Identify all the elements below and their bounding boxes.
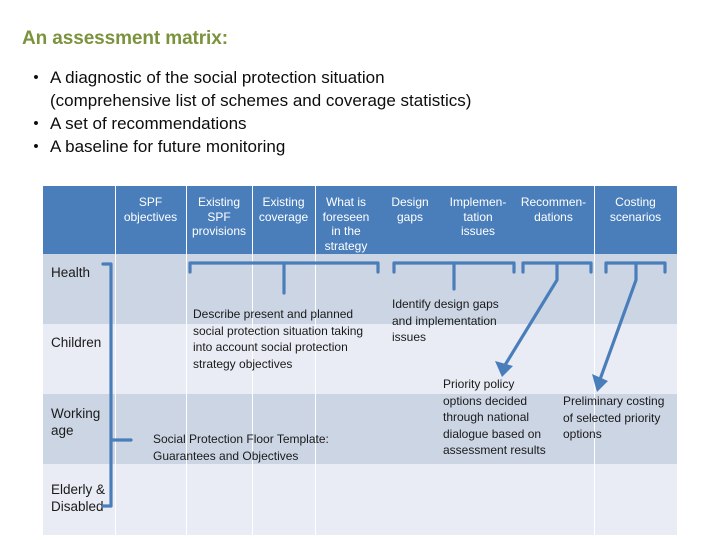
matrix-header-costing-scenarios: Costing scenarios (594, 186, 677, 254)
annotation-line: Preliminary costing (563, 394, 665, 408)
header-line: What is (325, 195, 366, 209)
header-line: Costing (615, 195, 656, 209)
annotation-line: Guarantees and Objectives (153, 448, 299, 463)
list-item: • A baseline for future monitoring (22, 135, 682, 158)
matrix-header-recommendations: Recommen- dations (513, 186, 594, 254)
row-label-line: Children (51, 335, 102, 350)
annotation-priority-policy-options: Priority policy options decided through … (443, 376, 561, 459)
header-line: foreseen (322, 209, 370, 224)
table-row-cell (594, 464, 677, 535)
header-line: tation (463, 209, 493, 224)
list-item-line: (comprehensive list of schemes and cover… (50, 91, 472, 110)
annotation-line: assessment results (443, 443, 546, 457)
row-label-working-age: Working age (51, 405, 100, 439)
table-row-cell (315, 464, 377, 535)
row-label-line: age (51, 423, 74, 438)
header-line: Existing (262, 195, 305, 209)
page-title: An assessment matrix: (22, 28, 228, 49)
assessment-matrix-table: SPF objectives Existing SPF provisions E… (43, 186, 677, 535)
list-item-text: A diagnostic of the social protection si… (50, 66, 682, 112)
bullet-marker-icon: • (33, 69, 39, 86)
matrix-header-existing-coverage: Existing coverage (252, 186, 315, 254)
header-line: coverage (258, 209, 309, 224)
annotation-line: Identify design gaps (392, 297, 499, 311)
annotation-line: through national (443, 410, 530, 424)
row-label-line: Working (51, 406, 101, 421)
annotation-line: Describe present and planned (193, 307, 354, 321)
annotation-spf-template: Social Protection Floor Template: Guaran… (153, 431, 388, 464)
row-label-elderly-disabled: Elderly & Disabled (51, 481, 105, 515)
bullet-marker-icon: • (33, 115, 39, 132)
row-label-children: Children (51, 334, 101, 351)
list-item: • A set of recommendations (22, 112, 682, 135)
header-line: gaps (396, 209, 424, 224)
table-row-cell (186, 464, 252, 535)
table-row-cell (594, 324, 677, 394)
table-row-cell (377, 464, 443, 535)
matrix-header-corner (43, 186, 115, 254)
header-line: Recommen- (520, 195, 587, 209)
annotation-line: of selected priority (563, 410, 661, 425)
header-line: strategy (324, 238, 368, 253)
table-row-cell (115, 464, 186, 535)
annotation-line: and implementation (392, 313, 497, 328)
header-line: SPF (138, 195, 163, 209)
annotation-line: dialogue based on (443, 426, 542, 441)
matrix-header-implementation-issues: Implemen- tation issues (443, 186, 513, 254)
table-row-cell (513, 254, 594, 324)
list-item-text: A set of recommendations (50, 114, 247, 133)
annotation-line: social protection situation taking (193, 323, 364, 338)
header-line: dations (534, 209, 573, 224)
row-label-line: Elderly & (51, 482, 106, 497)
header-line: Existing (197, 195, 241, 209)
annotation-line: Social Protection Floor Template: (153, 432, 329, 446)
table-row-cell (513, 464, 594, 535)
table-row-cell (252, 464, 315, 535)
list-item: • A diagnostic of the social protection … (22, 66, 682, 112)
header-line: scenarios (609, 209, 662, 224)
bullet-list: • A diagnostic of the social protection … (22, 66, 682, 158)
bullet-marker-icon: • (33, 138, 39, 155)
list-item-text: A baseline for future monitoring (50, 137, 286, 156)
row-label-health: Health (51, 264, 90, 281)
annotation-preliminary-costing: Preliminary costing of selected priority… (563, 393, 685, 443)
matrix-header-what-is-foreseen: What is foreseen in the strategy (315, 186, 377, 254)
annotation-line: strategy objectives (193, 356, 293, 371)
header-line: objectives (123, 209, 178, 224)
header-line: in the (331, 224, 361, 238)
header-line: SPF (207, 209, 231, 224)
row-label-line: Disabled (51, 499, 104, 514)
annotation-line: Priority policy (443, 377, 515, 391)
header-line: issues (460, 224, 495, 238)
matrix-header-existing-spf-provisions: Existing SPF provisions (186, 186, 252, 254)
matrix-header-design-gaps: Design gaps (377, 186, 443, 254)
header-line: provisions (191, 224, 247, 238)
matrix-header-spf-objectives: SPF objectives (115, 186, 186, 254)
table-row-cell (115, 324, 186, 394)
row-label-line: Health (51, 265, 91, 280)
table-row-cell (443, 464, 513, 535)
header-line: Design (391, 195, 429, 209)
annotation-identify-gaps: Identify design gaps and implementation … (392, 296, 522, 346)
list-item-line: A diagnostic of the social protection si… (50, 68, 385, 87)
annotation-line: into account social protection (193, 340, 348, 354)
annotation-line: options decided (443, 393, 528, 408)
table-row-cell (594, 254, 677, 324)
annotation-line: options (563, 427, 602, 441)
header-line: Implemen- (449, 195, 507, 209)
annotation-line: issues (392, 330, 427, 344)
annotation-describe-situation: Describe present and planned social prot… (193, 306, 378, 372)
table-row-cell (115, 254, 186, 324)
